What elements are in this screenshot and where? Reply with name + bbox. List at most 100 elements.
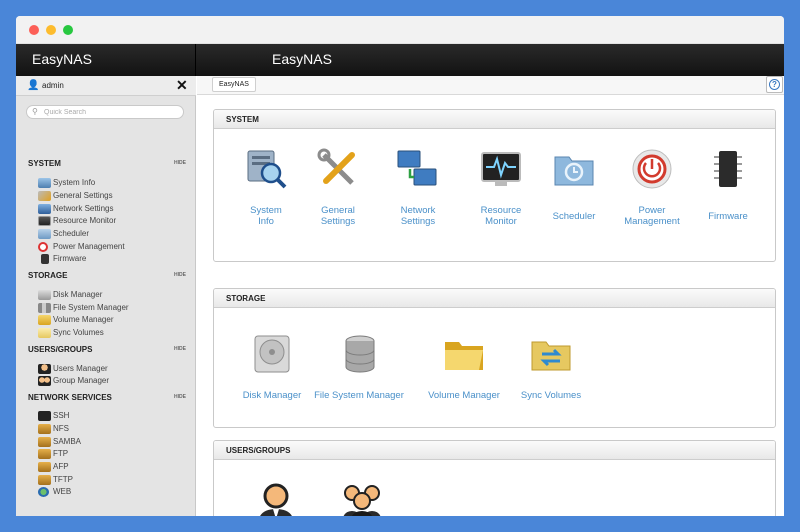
hard-disk-icon [254, 335, 290, 373]
app-header: EasyNAS EasyNAS [16, 44, 784, 76]
sidebar-item-power-management[interactable]: Power Management [38, 241, 188, 253]
tile-scheduler[interactable]: Scheduler [530, 129, 610, 259]
share-icon [38, 424, 51, 434]
tile-general-settings[interactable]: General Settings [294, 129, 374, 259]
sidebar-item-samba[interactable]: SAMBA [38, 436, 188, 448]
tile-label: Disk Manager [242, 390, 302, 401]
sidebar-item-label: File System Manager [53, 303, 129, 312]
section-title: STORAGE [28, 271, 68, 280]
sidebar-item-afp[interactable]: AFP [38, 461, 188, 473]
power-icon [632, 149, 672, 189]
sidebar-item-general-settings[interactable]: General Settings [38, 190, 188, 202]
sidebar-item-label: Resource Monitor [53, 216, 117, 225]
close-sidebar-icon[interactable]: ✕ [176, 77, 188, 94]
sidebar-item-firmware[interactable]: Firmware [38, 253, 188, 265]
hide-system-button[interactable]: HIDE [174, 160, 186, 166]
system-panel: SYSTEM System Info General Settings Netw… [213, 109, 776, 262]
sidebar-item-users-manager[interactable]: Users Manager [38, 363, 188, 375]
search-input[interactable] [44, 107, 179, 118]
tile-label: Power Management [624, 205, 680, 227]
tile-system-info[interactable]: System Info [222, 129, 302, 259]
power-icon [38, 242, 48, 252]
maximize-window-button[interactable] [63, 25, 73, 35]
help-button[interactable]: ? [766, 76, 783, 93]
sidebar-section-network-services: NETWORK SERVICES HIDE [28, 393, 186, 405]
tile-label: General Settings [320, 205, 356, 227]
user-icon [260, 483, 292, 516]
folder-icon [445, 342, 483, 370]
sidebar-item-label: Network Settings [53, 204, 114, 213]
sidebar-section-storage: STORAGE HIDE [28, 271, 186, 283]
minimize-window-button[interactable] [46, 25, 56, 35]
chip-icon [41, 254, 49, 264]
sidebar-item-ssh[interactable]: SSH [38, 410, 188, 422]
tab-easynas[interactable]: EasyNAS [212, 77, 256, 92]
sidebar-item-label: NFS [53, 424, 69, 433]
tab-bar: EasyNAS ? [197, 76, 784, 95]
sync-folder-icon [38, 328, 51, 338]
sidebar-item-label: SAMBA [53, 437, 82, 446]
tile-label: File System Manager [314, 390, 404, 401]
hide-users-button[interactable]: HIDE [174, 346, 186, 352]
group-icon [343, 485, 381, 516]
sidebar-item-label: General Settings [53, 191, 113, 200]
tile-label: Network Settings [400, 205, 436, 227]
quick-search[interactable]: ⚲ [26, 105, 184, 119]
sidebar-item-ftp[interactable]: FTP [38, 448, 188, 460]
sidebar-item-label: AFP [53, 462, 69, 471]
panel-title: STORAGE [214, 289, 775, 308]
sidebar-item-file-system-manager[interactable]: File System Manager [38, 302, 188, 314]
user-name[interactable]: admin [42, 81, 64, 90]
sidebar-item-tftp[interactable]: TFTP [38, 474, 188, 486]
tile-users-manager[interactable] [232, 460, 312, 516]
folder-icon [38, 315, 51, 325]
sidebar-item-scheduler[interactable]: Scheduler [38, 228, 188, 240]
user-icon [38, 364, 51, 374]
tile-power-management[interactable]: Power Management [608, 129, 688, 259]
sidebar-item-label: Power Management [53, 242, 125, 251]
main-content: EasyNAS ? SYSTEM System Info General Set… [197, 76, 784, 516]
network-icon [38, 204, 51, 214]
sidebar-item-group-manager[interactable]: Group Manager [38, 375, 188, 387]
sidebar-item-network-settings[interactable]: Network Settings [38, 203, 188, 215]
tile-label: Volume Manager [428, 390, 500, 401]
tile-firmware[interactable]: Firmware [684, 129, 764, 259]
sidebar-section-users-groups: USERS/GROUPS HIDE [28, 345, 186, 357]
globe-icon [38, 487, 49, 497]
tile-network-settings[interactable]: Network Settings [374, 129, 454, 259]
search-icon: ⚲ [32, 107, 38, 116]
scheduler-folder-icon [554, 156, 594, 186]
tile-group-manager[interactable] [318, 460, 398, 516]
sidebar-item-disk-manager[interactable]: Disk Manager [38, 289, 188, 301]
close-window-button[interactable] [29, 25, 39, 35]
sidebar-item-resource-monitor[interactable]: Resource Monitor [38, 215, 188, 227]
sidebar-item-web[interactable]: WEB [38, 486, 188, 498]
computer-magnifier-icon [247, 150, 287, 189]
sidebar-item-label: Group Manager [53, 376, 110, 385]
sidebar-item-volume-manager[interactable]: Volume Manager [38, 314, 188, 326]
chip-icon [714, 151, 742, 187]
sidebar-item-label: WEB [53, 487, 72, 496]
sidebar-item-nfs[interactable]: NFS [38, 423, 188, 435]
terminal-icon [38, 411, 51, 421]
sidebar-item-sync-volumes[interactable]: Sync Volumes [38, 327, 188, 339]
sidebar-item-system-info[interactable]: System Info [38, 177, 188, 189]
share-icon [38, 449, 51, 459]
share-icon [38, 475, 51, 485]
computer-icon [38, 178, 51, 188]
panel-title: SYSTEM [214, 110, 775, 129]
sidebar-item-label: Disk Manager [53, 290, 103, 299]
tile-volume-manager[interactable]: Volume Manager [420, 308, 500, 423]
tile-file-system-manager[interactable]: File System Manager [314, 308, 404, 423]
hide-storage-button[interactable]: HIDE [174, 272, 186, 278]
tile-resource-monitor[interactable]: Resource Monitor [457, 129, 537, 259]
sidebar-item-label: FTP [53, 449, 69, 458]
sidebar-item-label: Scheduler [53, 229, 90, 238]
tile-disk-manager[interactable]: Disk Manager [228, 308, 308, 423]
tile-label: Scheduler [552, 211, 596, 222]
sidebar-item-label: Users Manager [53, 364, 108, 373]
group-icon [38, 376, 51, 386]
tile-sync-volumes[interactable]: Sync Volumes [507, 308, 587, 423]
hide-network-services-button[interactable]: HIDE [174, 394, 186, 400]
app-window: EasyNAS EasyNAS 👤 admin ✕ ⚲ SYSTEM HIDE … [16, 16, 784, 516]
